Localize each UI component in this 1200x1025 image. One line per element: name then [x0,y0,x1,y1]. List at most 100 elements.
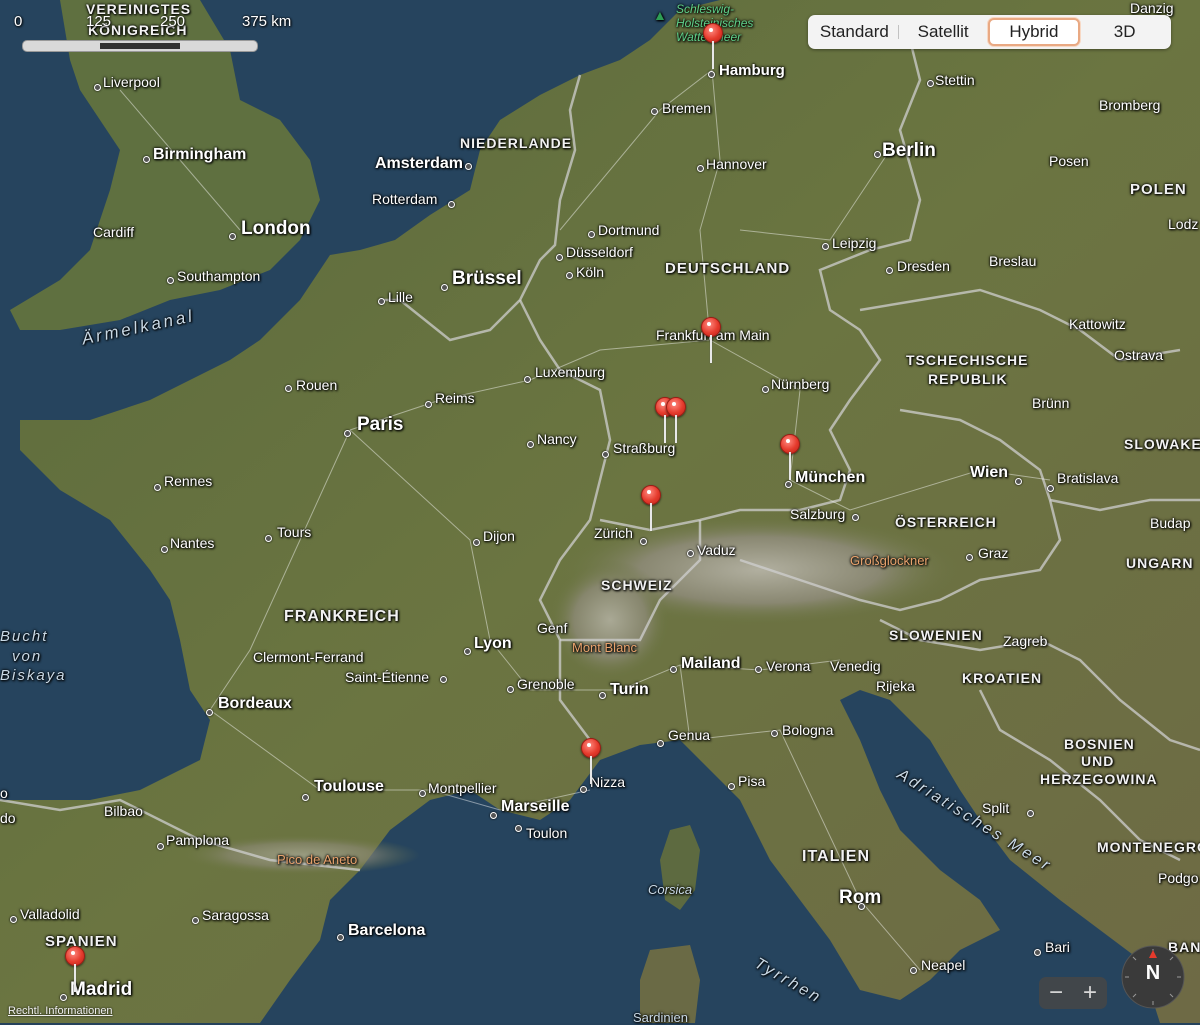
city-dot [728,783,735,790]
legal-info-link[interactable]: Rechtl. Informationen [8,1005,113,1017]
country-label-montenegro: MONTENEGRO [1097,839,1200,855]
city-dot [473,539,480,546]
city-dot [143,156,150,163]
city-label-bremen: Bremen [662,100,712,116]
city-label-turin: Turin [610,681,649,698]
city-dot [771,730,778,737]
city-dot [229,233,236,240]
city-dot [874,151,881,158]
compass-button[interactable]: N [1120,944,1186,1010]
city-label-toulouse: Toulouse [314,778,384,795]
map-pin-konstanz[interactable] [641,485,661,533]
country-label-niederlande: NIEDERLANDE [460,135,573,151]
city-dot [651,108,658,115]
map-type-3d[interactable]: 3D [1080,18,1169,46]
city-label-neapel: Neapel [921,957,966,973]
map-type-hybrid[interactable]: Hybrid [987,18,1081,46]
city-dot [167,277,174,284]
city-label-split: Split [982,800,1010,816]
map-pin-madrid[interactable] [65,946,85,994]
poi-label-grossglockner: Großglockner [850,553,929,568]
city-dot [602,451,609,458]
city-label-bruessel: Brüssel [452,268,522,289]
city-label-amsterdam: Amsterdam [375,155,464,172]
zoom-in-button[interactable]: + [1073,977,1107,1009]
map-pin-frankfurt[interactable] [701,317,721,365]
map-type-standard[interactable]: Standard [810,18,899,46]
map-pin-strassburg-2[interactable] [666,397,686,445]
city-label-genf: Genf [537,620,568,636]
city-label-bruenn: Brünn [1032,395,1070,411]
city-label-kattowitz: Kattowitz [1069,316,1126,332]
city-label-wien: Wien [970,464,1009,481]
city-label-bilbao: Bilbao [104,803,143,819]
city-label-verona: Verona [766,658,811,674]
country-label-italien: ITALIEN [802,848,871,865]
map-pin-muenchen[interactable] [780,434,800,482]
city-dot [265,535,272,542]
country-label-slowenien: SLOWENIEN [889,627,983,643]
country-label-tschechien-2: REPUBLIK [928,371,1008,387]
city-label-salzburg: Salzburg [790,506,846,522]
map-pin-nizza[interactable] [581,738,601,786]
city-label-ostrava: Ostrava [1114,347,1164,363]
city-label-bromberg: Bromberg [1099,97,1161,113]
city-label-barcelona: Barcelona [348,922,426,939]
city-label-hamburg: Hamburg [719,62,785,79]
country-label-frankreich: FRANKREICH [284,608,400,625]
city-label-luxemburg: Luxemburg [535,364,606,380]
poi-label-pico-de-aneto: Pico de Aneto [277,852,358,867]
city-label-nantes: Nantes [170,535,215,551]
city-label-bratislava: Bratislava [1057,470,1119,486]
city-dot [687,550,694,557]
city-label-saint-etienne: Saint-Étienne [345,669,430,685]
city-label-dresden: Dresden [897,258,950,274]
city-dot [515,825,522,832]
compass-north-label: N [1145,962,1161,984]
city-label-saragossa: Saragossa [202,907,269,923]
city-dot [785,481,792,488]
city-label-rennes: Rennes [164,473,213,489]
city-dot [762,386,769,393]
city-label-rotterdam: Rotterdam [372,191,438,207]
city-label-lille: Lille [388,289,413,305]
scale-bar-segment [100,43,180,49]
city-dot [344,430,351,437]
city-dot [822,243,829,250]
scale-label-0: 0 [14,13,23,30]
city-dot [192,917,199,924]
country-label-slowakei: SLOWAKEI [1124,436,1200,452]
city-label-danzig: Danzig [1130,0,1174,16]
city-dot [507,686,514,693]
country-label-ungarn: UNGARN [1126,555,1194,571]
city-label-valladolid: Valladolid [20,906,80,922]
city-dot [580,786,587,793]
water-label-corsica: Corsica [648,882,693,897]
city-dot [285,385,292,392]
map-pin-hamburg[interactable] [703,23,723,71]
country-label-bosnien-2: UND [1081,753,1115,769]
city-dot [337,934,344,941]
country-label-bosnien-3: HERZEGOWINA [1040,771,1158,787]
city-label-zuerich: Zürich [594,525,633,541]
zoom-control: − + [1039,977,1107,1009]
city-dot [1047,485,1054,492]
park-label: Schleswig- [676,2,735,16]
city-dot [157,843,164,850]
city-label-paris: Paris [357,414,404,435]
city-dot [852,514,859,521]
city-label-birmingham: Birmingham [153,146,247,163]
city-dot [94,84,101,91]
city-label-rouen: Rouen [296,377,338,393]
city-label-montpellier: Montpellier [428,780,497,796]
city-dot [566,272,573,279]
city-label-liverpool: Liverpool [103,74,160,90]
city-label-pamplona: Pamplona [166,832,230,848]
city-label-dijon: Dijon [483,528,515,544]
map-type-satellit[interactable]: Satellit [899,18,988,46]
city-label-podgorica: Podgo [1158,870,1199,886]
city-dot [966,554,973,561]
city-label-genua: Genua [668,727,711,743]
city-dot [886,267,893,274]
zoom-out-button[interactable]: − [1039,977,1073,1009]
